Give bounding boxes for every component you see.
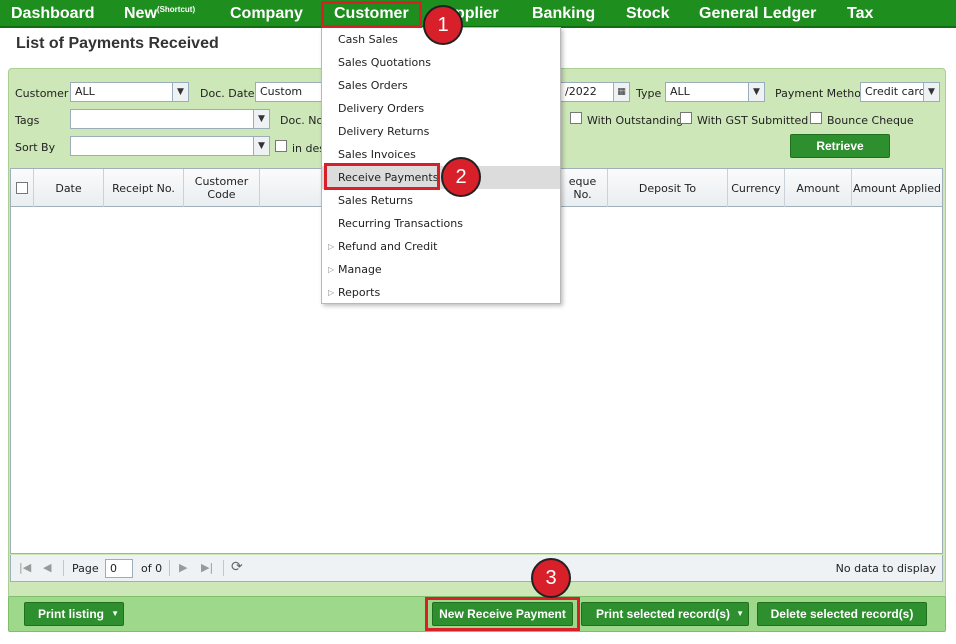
sort-by-select[interactable]: ▼ xyxy=(70,136,270,156)
pager-divider xyxy=(223,560,224,576)
column-header[interactable]: Currency xyxy=(728,169,785,207)
payment-method-select[interactable]: Credit card ▼ xyxy=(860,82,940,102)
print-selected-label: Print selected record(s) xyxy=(596,607,731,621)
menu-item-sales-orders[interactable]: Sales Orders xyxy=(322,74,560,97)
column-header[interactable]: eque No. xyxy=(558,169,608,207)
doc-date-label: Doc. Date xyxy=(200,87,255,100)
top-navigation-bar: Dashboard New(Shortcut) Company Customer… xyxy=(0,0,956,28)
page-number-input[interactable]: 0 xyxy=(105,559,133,578)
customer-label: Customer xyxy=(15,87,69,100)
pager-status: No data to display xyxy=(835,562,936,575)
type-select[interactable]: ALL ▼ xyxy=(665,82,765,102)
submenu-arrow-icon: ▷ xyxy=(328,288,335,297)
nav-new-shortcut: (Shortcut) xyxy=(156,5,196,14)
pager-divider xyxy=(169,560,170,576)
customer-select[interactable]: ALL ▼ xyxy=(70,82,189,102)
with-gst-submitted-checkbox[interactable] xyxy=(680,112,692,124)
nav-new-label: New xyxy=(124,5,157,22)
type-select-value: ALL xyxy=(670,85,690,98)
column-header[interactable]: Date xyxy=(34,169,104,207)
with-gst-submitted-label: With GST Submitted xyxy=(697,114,809,127)
chevron-down-icon[interactable]: ▼ xyxy=(923,83,939,101)
chevron-down-icon[interactable]: ▼ xyxy=(748,83,764,101)
first-page-icon[interactable]: |◀ xyxy=(19,561,31,574)
doc-date-select-value: Custom xyxy=(260,85,303,98)
tags-label: Tags xyxy=(15,114,40,127)
print-selected-button[interactable]: Print selected record(s) ▼ xyxy=(581,602,749,626)
menu-item-delivery-returns[interactable]: Delivery Returns xyxy=(322,120,560,143)
menu-item-label: Manage xyxy=(338,263,382,276)
select-all-header xyxy=(11,169,34,207)
nav-dashboard[interactable]: Dashboard xyxy=(11,0,95,28)
bounce-cheque-label: Bounce Cheque xyxy=(827,114,914,127)
doc-no-label: Doc. No. xyxy=(280,114,327,127)
column-header[interactable]: Deposit To xyxy=(608,169,728,207)
menu-item-label: Reports xyxy=(338,286,381,299)
print-listing-button[interactable]: Print listing ▼ xyxy=(24,602,124,626)
nav-general-ledger[interactable]: General Ledger xyxy=(699,0,816,28)
nav-banking[interactable]: Banking xyxy=(532,0,595,28)
refresh-icon[interactable]: ⟳ xyxy=(231,559,243,575)
new-receive-payment-highlight-box xyxy=(425,597,580,631)
dropdown-arrow-icon[interactable]: ▼ xyxy=(111,603,119,625)
column-header[interactable]: Amount xyxy=(785,169,852,207)
date-to-value: /2022 xyxy=(565,85,597,98)
chevron-down-icon[interactable]: ▼ xyxy=(253,110,269,128)
select-all-checkbox[interactable] xyxy=(16,182,28,194)
retrieve-button[interactable]: Retrieve xyxy=(790,134,890,158)
step-badge-2: 2 xyxy=(441,157,481,197)
delete-selected-button[interactable]: Delete selected record(s) xyxy=(757,602,927,626)
step-badge-1: 1 xyxy=(423,5,463,45)
menu-item-refund-and-credit[interactable]: ▷ Refund and Credit xyxy=(322,235,560,258)
menu-item-recurring-transactions[interactable]: Recurring Transactions xyxy=(322,212,560,235)
nav-tax[interactable]: Tax xyxy=(847,0,873,28)
print-listing-label: Print listing xyxy=(38,607,104,621)
with-outstanding-checkbox[interactable] xyxy=(570,112,582,124)
menu-item-sales-quotations[interactable]: Sales Quotations xyxy=(322,51,560,74)
sort-by-label: Sort By xyxy=(15,141,56,154)
customer-select-value: ALL xyxy=(75,85,95,98)
dropdown-arrow-icon[interactable]: ▼ xyxy=(736,603,744,625)
page-count-label: of 0 xyxy=(141,562,163,575)
chevron-down-icon[interactable]: ▼ xyxy=(172,83,188,101)
column-header[interactable]: Customer Code xyxy=(184,169,260,207)
menu-item-delivery-orders[interactable]: Delivery Orders xyxy=(322,97,560,120)
nav-company[interactable]: Company xyxy=(230,0,303,28)
customer-highlight-box xyxy=(321,1,422,28)
payment-method-label: Payment Method xyxy=(775,87,868,100)
menu-item-reports[interactable]: ▷ Reports xyxy=(322,281,560,304)
calendar-icon[interactable]: ▦ xyxy=(613,83,629,101)
prev-page-icon[interactable]: ◀ xyxy=(43,561,51,574)
menu-item-label: Refund and Credit xyxy=(338,240,438,253)
step-badge-3: 3 xyxy=(531,558,571,598)
type-label: Type xyxy=(636,87,662,100)
pager-divider xyxy=(63,560,64,576)
grid-pager: |◀ ◀ Page 0 of 0 ▶ ▶| ⟳ No data to displ… xyxy=(10,555,943,582)
page-label: Page xyxy=(72,562,99,575)
last-page-icon[interactable]: ▶| xyxy=(201,561,213,574)
submenu-arrow-icon: ▷ xyxy=(328,242,335,251)
bounce-cheque-checkbox[interactable] xyxy=(810,112,822,124)
nav-stock[interactable]: Stock xyxy=(626,0,670,28)
next-page-icon[interactable]: ▶ xyxy=(179,561,187,574)
nav-new[interactable]: New(Shortcut) xyxy=(124,0,195,28)
column-header[interactable]: Receipt No. xyxy=(104,169,184,207)
column-header[interactable]: Amount Applied xyxy=(852,169,942,207)
payment-method-value: Credit card xyxy=(865,85,926,98)
doc-date-select[interactable]: Custom xyxy=(255,82,323,102)
menu-item-sales-returns[interactable]: Sales Returns xyxy=(322,189,560,212)
submenu-arrow-icon: ▷ xyxy=(328,265,335,274)
date-to-field[interactable]: /2022 ▦ xyxy=(560,82,630,102)
page-title: List of Payments Received xyxy=(16,35,219,52)
chevron-down-icon[interactable]: ▼ xyxy=(253,137,269,155)
descending-checkbox[interactable] xyxy=(275,140,287,152)
tags-select[interactable]: ▼ xyxy=(70,109,270,129)
menu-item-manage[interactable]: ▷ Manage xyxy=(322,258,560,281)
receive-payments-highlight-box xyxy=(324,163,440,190)
with-outstanding-label: With Outstanding xyxy=(587,114,684,127)
